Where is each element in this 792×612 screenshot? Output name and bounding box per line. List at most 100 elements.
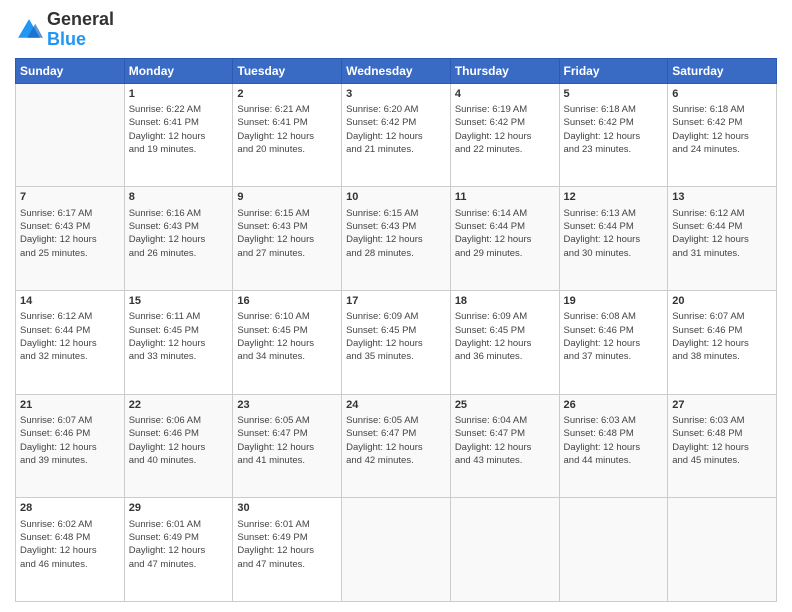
calendar-cell: 9 Sunrise: 6:15 AM Sunset: 6:43 PM Daylig…	[233, 187, 342, 291]
calendar-cell: 1Sunrise: 6:22 AM Sunset: 6:41 PM Daylig…	[124, 83, 233, 187]
day-info: Sunrise: 6:10 AM Sunset: 6:45 PM Dayligh…	[237, 310, 337, 363]
day-number: 6	[672, 87, 772, 102]
calendar-cell	[16, 83, 125, 187]
day-number: 19	[564, 294, 664, 309]
calendar-cell: 20Sunrise: 6:07 AM Sunset: 6:46 PM Dayli…	[668, 290, 777, 394]
day-number: 3	[346, 87, 446, 102]
calendar-cell: 4Sunrise: 6:19 AM Sunset: 6:42 PM Daylig…	[450, 83, 559, 187]
day-info: Sunrise: 6:15 AM Sunset: 6:43 PM Dayligh…	[237, 207, 337, 260]
calendar-cell: 8 Sunrise: 6:16 AM Sunset: 6:43 PM Daylig…	[124, 187, 233, 291]
calendar-cell: 28 Sunrise: 6:02 AM Sunset: 6:48 PM Dayli…	[16, 498, 125, 602]
calendar-cell: 14Sunrise: 6:12 AM Sunset: 6:44 PM Dayli…	[16, 290, 125, 394]
day-info: Sunrise: 6:21 AM Sunset: 6:41 PM Dayligh…	[237, 103, 337, 156]
day-number: 29	[129, 501, 229, 516]
calendar-week-3: 14Sunrise: 6:12 AM Sunset: 6:44 PM Dayli…	[16, 290, 777, 394]
calendar-cell: 10 Sunrise: 6:15 AM Sunset: 6:43 PM Dayli…	[342, 187, 451, 291]
day-info: Sunrise: 6:09 AM Sunset: 6:45 PM Dayligh…	[346, 310, 446, 363]
calendar-cell: 16Sunrise: 6:10 AM Sunset: 6:45 PM Dayli…	[233, 290, 342, 394]
day-info: Sunrise: 6:03 AM Sunset: 6:48 PM Dayligh…	[672, 414, 772, 467]
day-number: 30	[237, 501, 337, 516]
calendar-cell: 27Sunrise: 6:03 AM Sunset: 6:48 PM Dayli…	[668, 394, 777, 498]
day-info: Sunrise: 6:19 AM Sunset: 6:42 PM Dayligh…	[455, 103, 555, 156]
calendar-cell: 21Sunrise: 6:07 AM Sunset: 6:46 PM Dayli…	[16, 394, 125, 498]
calendar-cell: 22Sunrise: 6:06 AM Sunset: 6:46 PM Dayli…	[124, 394, 233, 498]
day-info: Sunrise: 6:20 AM Sunset: 6:42 PM Dayligh…	[346, 103, 446, 156]
day-number: 9	[237, 190, 337, 205]
day-info: Sunrise: 6:11 AM Sunset: 6:45 PM Dayligh…	[129, 310, 229, 363]
day-info: Sunrise: 6:04 AM Sunset: 6:47 PM Dayligh…	[455, 414, 555, 467]
day-number: 25	[455, 398, 555, 413]
calendar-cell: 13 Sunrise: 6:12 AM Sunset: 6:44 PM Dayli…	[668, 187, 777, 291]
day-number: 8	[129, 190, 229, 205]
calendar-cell: 29 Sunrise: 6:01 AM Sunset: 6:49 PM Dayli…	[124, 498, 233, 602]
day-number: 27	[672, 398, 772, 413]
day-info: Sunrise: 6:16 AM Sunset: 6:43 PM Dayligh…	[129, 207, 229, 260]
calendar-cell: 7Sunrise: 6:17 AM Sunset: 6:43 PM Daylig…	[16, 187, 125, 291]
calendar-header-thursday: Thursday	[450, 58, 559, 83]
calendar-cell: 23Sunrise: 6:05 AM Sunset: 6:47 PM Dayli…	[233, 394, 342, 498]
day-number: 12	[564, 190, 664, 205]
day-number: 2	[237, 87, 337, 102]
day-info: Sunrise: 6:07 AM Sunset: 6:46 PM Dayligh…	[20, 414, 120, 467]
day-number: 17	[346, 294, 446, 309]
calendar-cell: 18Sunrise: 6:09 AM Sunset: 6:45 PM Dayli…	[450, 290, 559, 394]
logo: General Blue	[15, 10, 114, 50]
day-number: 14	[20, 294, 120, 309]
calendar-cell: 6Sunrise: 6:18 AM Sunset: 6:42 PM Daylig…	[668, 83, 777, 187]
calendar-cell	[450, 498, 559, 602]
day-info: Sunrise: 6:05 AM Sunset: 6:47 PM Dayligh…	[237, 414, 337, 467]
page: General Blue SundayMondayTuesdayWednesda…	[0, 0, 792, 612]
day-number: 10	[346, 190, 446, 205]
calendar-cell: 12Sunrise: 6:13 AM Sunset: 6:44 PM Dayli…	[559, 187, 668, 291]
day-number: 16	[237, 294, 337, 309]
calendar-header-wednesday: Wednesday	[342, 58, 451, 83]
calendar-week-4: 21Sunrise: 6:07 AM Sunset: 6:46 PM Dayli…	[16, 394, 777, 498]
day-info: Sunrise: 6:12 AM Sunset: 6:44 PM Dayligh…	[20, 310, 120, 363]
logo-icon	[15, 16, 43, 44]
calendar-cell: 30 Sunrise: 6:01 AM Sunset: 6:49 PM Dayli…	[233, 498, 342, 602]
day-number: 20	[672, 294, 772, 309]
day-info: Sunrise: 6:22 AM Sunset: 6:41 PM Dayligh…	[129, 103, 229, 156]
calendar-cell	[559, 498, 668, 602]
day-info: Sunrise: 6:14 AM Sunset: 6:44 PM Dayligh…	[455, 207, 555, 260]
day-number: 18	[455, 294, 555, 309]
calendar-cell: 15Sunrise: 6:11 AM Sunset: 6:45 PM Dayli…	[124, 290, 233, 394]
calendar-header-tuesday: Tuesday	[233, 58, 342, 83]
calendar-header-row: SundayMondayTuesdayWednesdayThursdayFrid…	[16, 58, 777, 83]
day-info: Sunrise: 6:01 AM Sunset: 6:49 PM Dayligh…	[237, 518, 337, 571]
calendar-header-friday: Friday	[559, 58, 668, 83]
day-number: 22	[129, 398, 229, 413]
calendar-cell	[668, 498, 777, 602]
calendar-cell: 2Sunrise: 6:21 AM Sunset: 6:41 PM Daylig…	[233, 83, 342, 187]
day-number: 1	[129, 87, 229, 102]
calendar-cell: 25Sunrise: 6:04 AM Sunset: 6:47 PM Dayli…	[450, 394, 559, 498]
calendar-week-1: 1Sunrise: 6:22 AM Sunset: 6:41 PM Daylig…	[16, 83, 777, 187]
day-info: Sunrise: 6:09 AM Sunset: 6:45 PM Dayligh…	[455, 310, 555, 363]
calendar-header-monday: Monday	[124, 58, 233, 83]
day-info: Sunrise: 6:12 AM Sunset: 6:44 PM Dayligh…	[672, 207, 772, 260]
calendar-cell: 11 Sunrise: 6:14 AM Sunset: 6:44 PM Dayli…	[450, 187, 559, 291]
day-number: 11	[455, 190, 555, 205]
day-info: Sunrise: 6:02 AM Sunset: 6:48 PM Dayligh…	[20, 518, 120, 571]
calendar-header-saturday: Saturday	[668, 58, 777, 83]
day-number: 13	[672, 190, 772, 205]
calendar-cell: 3Sunrise: 6:20 AM Sunset: 6:42 PM Daylig…	[342, 83, 451, 187]
day-info: Sunrise: 6:01 AM Sunset: 6:49 PM Dayligh…	[129, 518, 229, 571]
day-info: Sunrise: 6:03 AM Sunset: 6:48 PM Dayligh…	[564, 414, 664, 467]
day-number: 7	[20, 190, 120, 205]
day-number: 4	[455, 87, 555, 102]
calendar-table: SundayMondayTuesdayWednesdayThursdayFrid…	[15, 58, 777, 602]
day-info: Sunrise: 6:15 AM Sunset: 6:43 PM Dayligh…	[346, 207, 446, 260]
day-info: Sunrise: 6:18 AM Sunset: 6:42 PM Dayligh…	[672, 103, 772, 156]
day-number: 26	[564, 398, 664, 413]
day-info: Sunrise: 6:07 AM Sunset: 6:46 PM Dayligh…	[672, 310, 772, 363]
day-number: 28	[20, 501, 120, 516]
calendar-cell: 19Sunrise: 6:08 AM Sunset: 6:46 PM Dayli…	[559, 290, 668, 394]
calendar-header-sunday: Sunday	[16, 58, 125, 83]
day-info: Sunrise: 6:05 AM Sunset: 6:47 PM Dayligh…	[346, 414, 446, 467]
logo-text: General Blue	[47, 10, 114, 50]
calendar-cell: 5Sunrise: 6:18 AM Sunset: 6:42 PM Daylig…	[559, 83, 668, 187]
day-number: 15	[129, 294, 229, 309]
day-info: Sunrise: 6:06 AM Sunset: 6:46 PM Dayligh…	[129, 414, 229, 467]
day-info: Sunrise: 6:08 AM Sunset: 6:46 PM Dayligh…	[564, 310, 664, 363]
